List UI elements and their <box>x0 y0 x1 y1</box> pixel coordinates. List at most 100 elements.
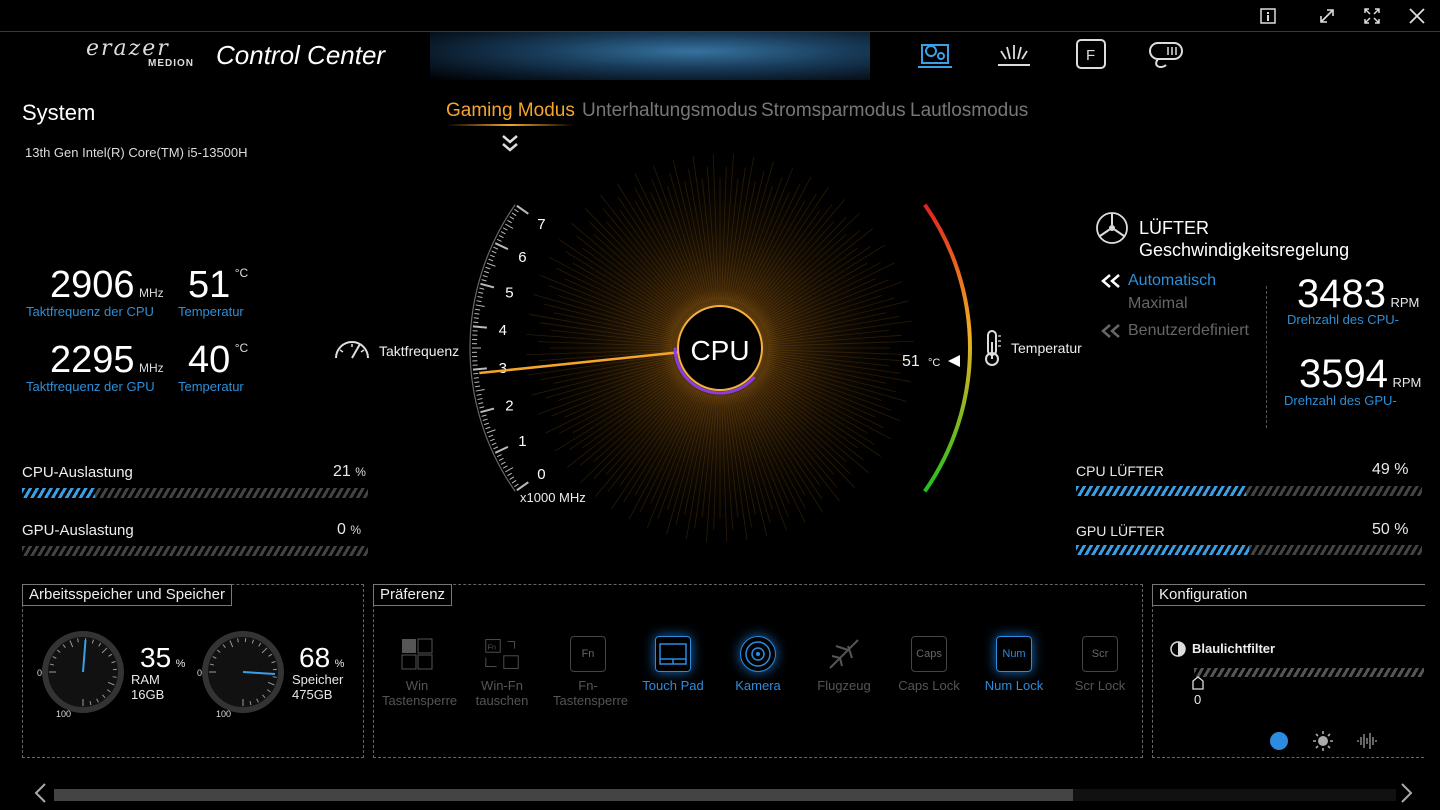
gpu-temperature-value: 40 <box>188 339 231 381</box>
lighting-icon[interactable] <box>994 36 1034 72</box>
frequency-tick-label: 0 <box>537 466 545 483</box>
frequency-tick <box>479 406 485 409</box>
frequency-tick <box>477 398 483 401</box>
pref-win-fn-swap[interactable]: Fn Win-Fn tauschen <box>467 636 537 708</box>
cpu-temperature-unit: °C <box>234 266 249 280</box>
pref-fn-lock-label2: Tastensperre <box>553 693 629 708</box>
scrollbar-thumb[interactable] <box>54 789 1073 801</box>
frequency-tick <box>514 483 519 488</box>
gauge-center-label: CPU <box>690 335 749 366</box>
frequency-tick <box>491 250 497 254</box>
brightness-icon[interactable] <box>1312 730 1334 757</box>
pref-camera-label: Kamera <box>735 678 781 693</box>
frequency-tick <box>511 479 517 484</box>
macro-icon[interactable] <box>1146 36 1186 72</box>
gpu-load-label: GPU-Auslastung <box>22 522 134 539</box>
sound-icon[interactable] <box>1355 730 1379 757</box>
pref-scroll-lock-label: Scr Lock <box>1074 678 1126 693</box>
mode-power-saving[interactable]: Stromsparmodus <box>761 100 906 122</box>
system-title: System <box>22 100 96 125</box>
brand-sub: MEDION <box>148 58 194 69</box>
close-icon[interactable] <box>1401 2 1433 30</box>
cpu-fan-bar-fill <box>1076 486 1246 496</box>
info-icon[interactable] <box>1252 2 1284 30</box>
fan-mode-auto[interactable]: Automatisch <box>1100 272 1216 290</box>
pref-win-fn-swap-label1: Win-Fn <box>481 678 523 693</box>
ram-percent-unit: % <box>175 658 186 670</box>
brand-name: erazer <box>86 36 170 61</box>
frequency-tick <box>476 393 482 396</box>
cpu-fan-value: 49 % <box>1372 461 1409 478</box>
night-mode-icon[interactable] <box>1268 730 1290 757</box>
pref-caps-lock-label: Caps Lock <box>898 678 960 693</box>
frequency-tick <box>472 325 487 329</box>
cpu-frequency-label: Taktfrequenz der CPU <box>26 304 154 319</box>
memory-panel-title: Arbeitsspeicher und Speicher <box>22 584 232 606</box>
storage-percent-value: 68 <box>299 642 331 673</box>
mode-entertainment[interactable]: Unterhaltungsmodus <box>582 100 757 122</box>
scroll-left-icon[interactable] <box>32 782 50 809</box>
ram-percent: 35 % <box>140 642 185 674</box>
bluelight-slider[interactable] <box>1194 668 1424 677</box>
pref-camera[interactable]: Kamera <box>723 636 793 693</box>
pref-caps-lock[interactable]: Caps Caps Lock <box>894 636 964 693</box>
pref-scroll-lock[interactable]: Scr Scr Lock <box>1065 636 1135 693</box>
brand-logo: erazer MEDION <box>86 36 194 70</box>
fan-mode-custom[interactable]: Benutzerdefiniert <box>1100 322 1249 340</box>
gpu-fan-bar <box>1076 545 1422 555</box>
frequency-tick-label: 6 <box>518 249 526 266</box>
fan-mode-max[interactable]: Maximal <box>1128 295 1188 313</box>
storage-percent-unit: % <box>334 658 345 670</box>
mode-gaming[interactable]: Gaming Modus <box>446 100 575 122</box>
scroll-right-icon[interactable] <box>1397 782 1415 809</box>
function-key-icon[interactable]: F <box>1071 36 1111 72</box>
app-title: Control Center <box>216 40 386 70</box>
pref-fn-lock[interactable]: Fn Fn- Tastensperre <box>553 636 629 708</box>
dial-tick <box>112 676 117 678</box>
gpu-fan-value: 50 % <box>1372 521 1409 538</box>
cpu-load-bar-fill <box>22 488 95 498</box>
frequency-tick <box>507 219 512 224</box>
frequency-tick-label: 2 <box>505 397 513 414</box>
pref-num-lock[interactable]: Num Num Lock <box>979 636 1049 693</box>
frequency-tick <box>489 438 495 442</box>
cpu-fan-rpm-label: Drehzahl des CPU- <box>1287 312 1399 327</box>
frequency-tick <box>479 287 485 290</box>
frequency-tick-label: 5 <box>505 285 513 302</box>
gpu-fan-rpm-value: 3594 <box>1299 352 1388 396</box>
gpu-frequency: 2295 MHz <box>50 341 164 379</box>
fan-icon <box>1094 210 1130 251</box>
frequency-tick <box>474 381 480 384</box>
touchpad-icon <box>655 636 691 672</box>
mode-silent[interactable]: Lautlosmodus <box>910 100 1028 122</box>
pref-win-lock[interactable]: Win Tastensperre <box>382 636 457 708</box>
frequency-tick <box>485 266 491 270</box>
ram-dial-max: 100 <box>56 709 71 719</box>
storage-dial-max: 100 <box>216 709 231 719</box>
caps-lock-icon: Caps <box>911 636 947 672</box>
cpu-fan-rpm-unit: RPM <box>1390 295 1420 310</box>
frequency-tick <box>496 454 502 458</box>
gpu-load-bar <box>22 546 368 556</box>
frequency-tick <box>500 231 506 235</box>
cpu-temperature-label: Temperatur <box>178 304 244 319</box>
fan-divider <box>1266 286 1267 428</box>
pref-touchpad[interactable]: Touch Pad <box>638 636 708 693</box>
cpu-load-readout: 21 % <box>333 463 366 481</box>
dial-tick <box>272 676 277 678</box>
storage-label: Speicher <box>292 672 344 687</box>
frequency-tick-label: 3 <box>499 360 507 377</box>
cpu-load-unit: % <box>355 465 366 479</box>
system-monitor-icon[interactable] <box>915 36 955 72</box>
bluelight-value: 0 <box>1194 692 1202 707</box>
pref-airplane[interactable]: Flugzeug <box>809 636 879 693</box>
frequency-tick <box>496 238 502 242</box>
fullscreen-icon[interactable] <box>1356 2 1388 30</box>
frequency-tick <box>500 461 506 465</box>
restore-icon[interactable] <box>1311 2 1343 30</box>
horizontal-scrollbar[interactable] <box>54 789 1396 801</box>
frequency-tick <box>475 389 485 392</box>
storage-size: 475GB <box>292 687 333 702</box>
cpu-load-value: 21 <box>333 463 351 480</box>
win-key-icon <box>399 636 435 672</box>
